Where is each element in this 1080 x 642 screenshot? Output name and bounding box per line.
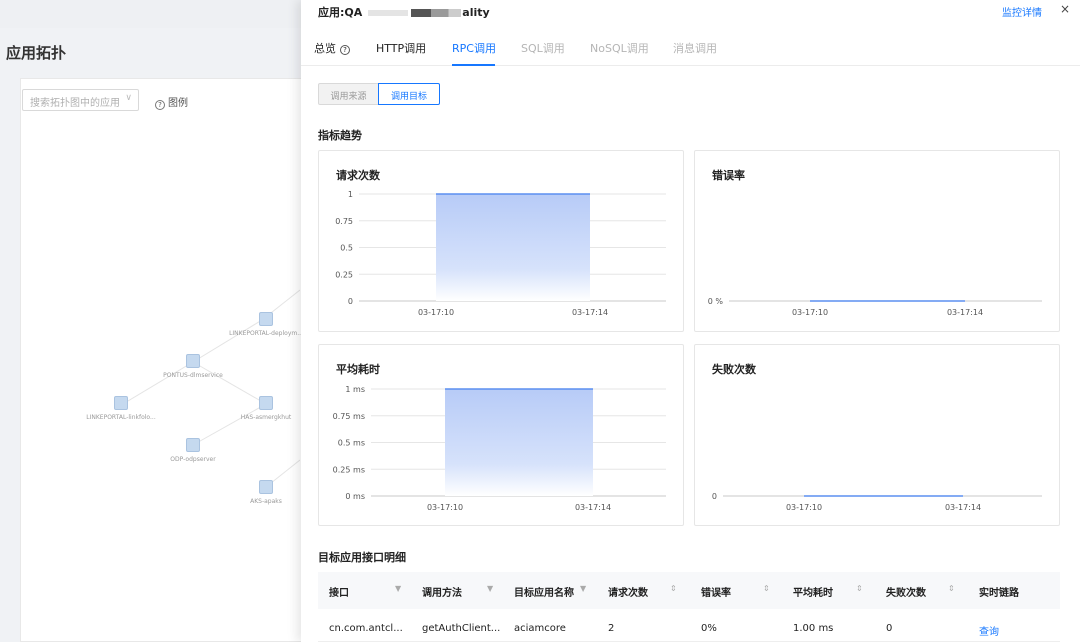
redacted-block (411, 9, 462, 17)
y-tick-label: 0.5 ms (338, 439, 365, 448)
redacted-block (368, 10, 409, 16)
x-tick-label: 03-17:10 (786, 503, 822, 512)
x-tick-label: 03-17:10 (427, 503, 463, 512)
y-tick-label: 0 ms (345, 492, 365, 501)
cell-error-rate: 0% (701, 623, 717, 634)
topology-node[interactable]: PONTUS-dlmservice (138, 354, 248, 379)
column-header: 请求次数 (608, 588, 648, 599)
chart-card-avg-latency: 平均耗时 0 ms 0.25 ms 0.5 ms 0.75 ms 1 ms 03-17:1… (318, 344, 684, 526)
requests-chart: 0 0.25 0.5 0.75 1 03-17:10 03-17:14 (335, 190, 666, 317)
column-header: 平均耗时 (793, 588, 833, 599)
series-area (436, 194, 590, 301)
column-header: 调用方法 (422, 588, 462, 599)
x-tick-label: 03-17:14 (947, 308, 983, 317)
tab-message[interactable]: 消息调用 (673, 40, 717, 56)
y-tick-label: 1 (348, 190, 353, 199)
tab-http[interactable]: HTTP调用 (376, 40, 426, 56)
cell-method: getAuthClient... (422, 623, 501, 634)
monitor-detail-link[interactable]: 监控详情 (1002, 4, 1042, 19)
column-header: 目标应用名称 (514, 588, 574, 599)
sort-icon[interactable]: ⇕ (670, 584, 677, 593)
tab-overview[interactable]: 总览? (314, 40, 350, 56)
filter-icon[interactable]: ▼ (395, 584, 401, 593)
y-tick-label: 0.75 ms (333, 412, 365, 421)
x-tick-label: 03-17:14 (572, 308, 608, 317)
active-tab-indicator (452, 64, 495, 66)
table-row: cn.com.antcl... getAuthClient... aciamco… (318, 610, 1060, 642)
app-node-icon (186, 438, 200, 452)
app-detail-drawer: 应用:QA ality 监控详情 × 总览? HTTP调用 RPC调用 SQL调用… (301, 0, 1080, 642)
topology-node[interactable]: LINKEPORTAL-linkfolo... (66, 396, 176, 421)
cell-request-count: 2 (608, 623, 615, 634)
cell-target-app: aciamcore (514, 623, 566, 634)
app-node-icon (186, 354, 200, 368)
drawer-tabs: 总览? HTTP调用 RPC调用 SQL调用 NoSQL调用 消息调用 (301, 30, 1080, 66)
x-tick-label: 03-17:10 (792, 308, 828, 317)
app-node-icon (259, 312, 273, 326)
drawer-header: 应用:QA ality 监控详情 × (301, 0, 1080, 24)
failures-chart: 0 03-17:10 03-17:14 (712, 492, 1042, 512)
x-tick-label: 03-17:14 (945, 503, 981, 512)
drawer-title-suffix: ality (462, 6, 490, 19)
chart-card-requests: 请求次数 0 0.25 0.5 0.75 1 03-17:10 03-17:14 (318, 150, 684, 332)
column-header: 错误率 (701, 588, 731, 599)
sort-icon[interactable]: ⇕ (763, 584, 770, 593)
y-tick-label: 0.75 (335, 217, 353, 226)
x-tick-label: 03-17:14 (575, 503, 611, 512)
y-tick-label: 1 ms (345, 385, 365, 394)
help-icon[interactable]: ? (340, 45, 350, 55)
app-node-icon (259, 396, 273, 410)
y-tick-label: 0.5 (340, 244, 353, 253)
chart-card-error-rate: 错误率 0 % 03-17:10 03-17:14 (694, 150, 1060, 332)
series-area (445, 389, 593, 496)
y-tick-label: 0 % (708, 297, 724, 306)
cell-failure-count: 0 (886, 623, 893, 634)
app-node-icon (259, 480, 273, 494)
avg-latency-chart: 0 ms 0.25 ms 0.5 ms 0.75 ms 1 ms 03-17:10 03-1… (333, 385, 666, 512)
filter-icon[interactable]: ▼ (580, 584, 586, 593)
tab-rpc[interactable]: RPC调用 (452, 40, 496, 56)
close-icon[interactable]: × (1060, 2, 1070, 16)
x-tick-label: 03-17:10 (418, 308, 454, 317)
tab-sql[interactable]: SQL调用 (521, 40, 565, 56)
query-trace-link[interactable]: 查询 (979, 623, 999, 638)
column-header: 实时链路 (979, 588, 1019, 599)
drawer-title-prefix: 应用:QA (318, 6, 363, 19)
trend-section-title: 指标趋势 (318, 129, 362, 142)
column-header: 失败次数 (886, 588, 926, 599)
drawer-title: 应用:QA ality (318, 4, 490, 20)
segment-call-target[interactable]: 调用目标 (378, 83, 440, 105)
tab-nosql[interactable]: NoSQL调用 (590, 40, 649, 56)
column-header: 接口 (329, 588, 349, 599)
y-tick-label: 0 (348, 297, 353, 306)
sort-icon[interactable]: ⇕ (948, 584, 955, 593)
table-section-title: 目标应用接口明细 (318, 551, 406, 564)
cell-avg-latency: 1.00 ms (793, 623, 834, 634)
topology-node[interactable]: ODP-odpserver (138, 438, 248, 463)
y-tick-label: 0 (712, 492, 717, 501)
cell-interface: cn.com.antcl... (329, 623, 403, 634)
sort-icon[interactable]: ⇕ (856, 584, 863, 593)
error-rate-chart: 0 % 03-17:10 03-17:14 (708, 297, 1042, 317)
app-node-icon (114, 396, 128, 410)
filter-icon[interactable]: ▼ (487, 584, 493, 593)
table-header: 接口 ▼ 调用方法 ▼ 目标应用名称 ▼ 请求次数 ⇕ 错误率 ⇕ 平均耗时 ⇕… (318, 572, 1060, 609)
y-tick-label: 0.25 (335, 270, 353, 279)
segment-call-source[interactable]: 调用来源 (318, 83, 379, 105)
y-tick-label: 0.25 ms (333, 465, 365, 474)
chart-card-failures: 失败次数 0 03-17:10 03-17:14 (694, 344, 1060, 526)
